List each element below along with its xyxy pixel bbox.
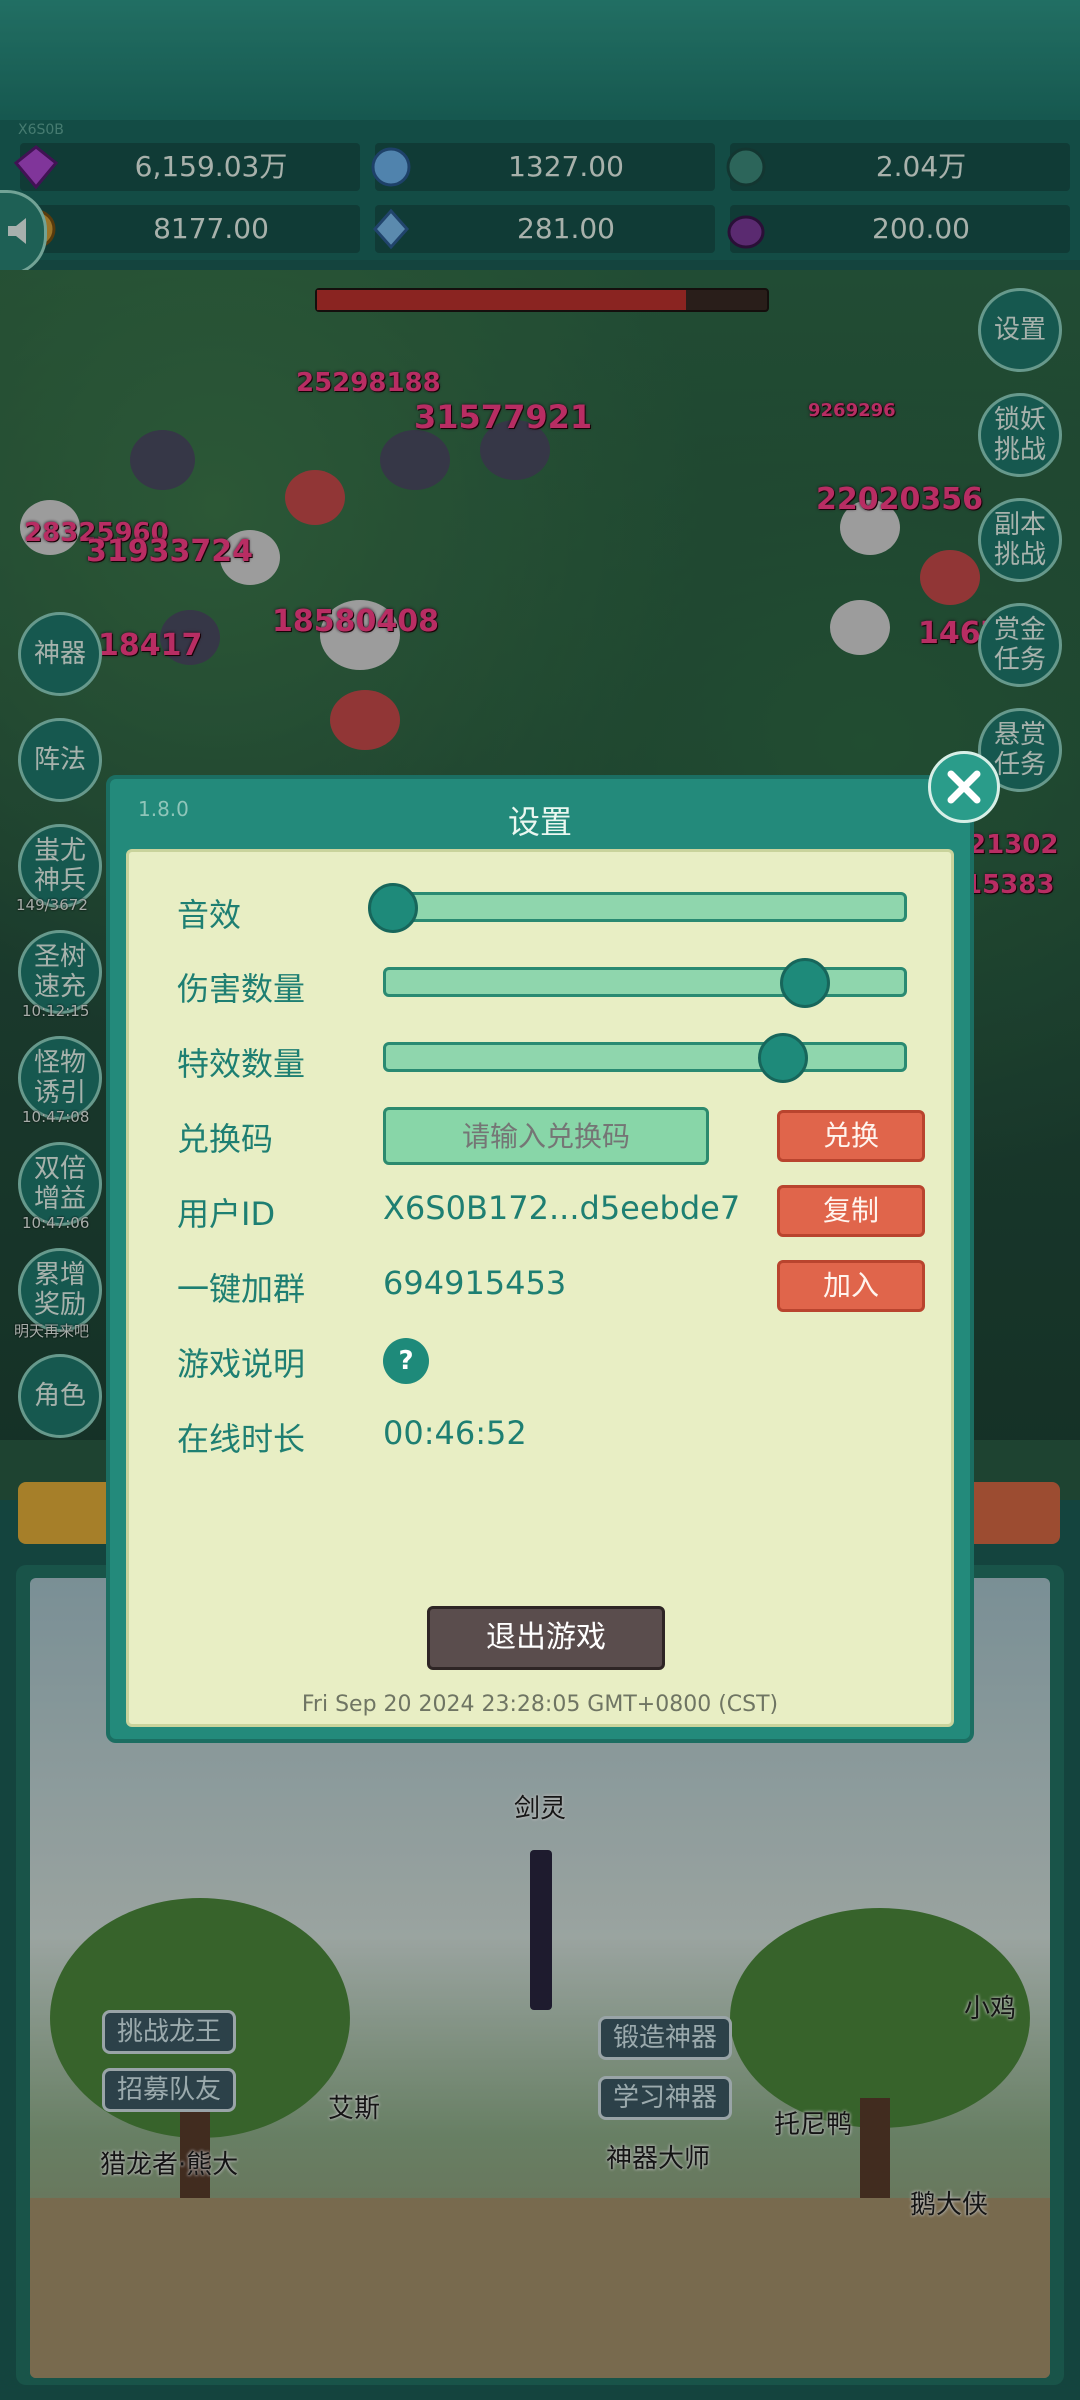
settings-dialog: 1.8.0 设置 音效 伤害数量 特效数量 兑换码 兑换 用户ID X6S0B1…	[106, 751, 1000, 1743]
copy-id-button[interactable]: 复制	[777, 1185, 925, 1237]
sound-slider[interactable]	[368, 883, 907, 933]
user-id-value: X6S0B172...d5eebde7	[383, 1189, 741, 1227]
effects-count-label: 特效数量	[177, 1045, 306, 1083]
slider-knob[interactable]	[368, 883, 418, 933]
effects-count-slider[interactable]	[383, 1033, 907, 1083]
join-group-label: 一键加群	[177, 1270, 306, 1308]
redeem-button[interactable]: 兑换	[777, 1110, 925, 1162]
slider-knob[interactable]	[780, 958, 830, 1008]
damage-count-label: 伤害数量	[177, 970, 306, 1008]
redeem-code-input[interactable]	[383, 1107, 709, 1165]
dialog-title: 设置	[507, 803, 572, 841]
group-number: 694915453	[383, 1264, 567, 1302]
user-id-label: 用户ID	[177, 1195, 276, 1233]
online-time-value: 00:46:52	[383, 1414, 527, 1452]
damage-count-slider[interactable]	[383, 958, 907, 1008]
online-time-label: 在线时长	[177, 1420, 306, 1458]
slider-knob[interactable]	[758, 1033, 808, 1083]
join-group-button[interactable]: 加入	[777, 1260, 925, 1312]
close-icon	[947, 770, 981, 804]
exit-game-button[interactable]: 退出游戏	[427, 1606, 665, 1670]
timestamp: Fri Sep 20 2024 23:28:05 GMT+0800 (CST)	[301, 1692, 779, 1717]
close-button[interactable]	[928, 751, 1000, 823]
sound-label: 音效	[177, 896, 242, 934]
settings-panel: 音效 伤害数量 特效数量 兑换码 兑换 用户ID X6S0B172...d5ee…	[126, 849, 954, 1727]
help-icon[interactable]: ?	[383, 1338, 429, 1384]
game-guide-label: 游戏说明	[177, 1345, 306, 1383]
redeem-code-label: 兑换码	[177, 1120, 274, 1158]
